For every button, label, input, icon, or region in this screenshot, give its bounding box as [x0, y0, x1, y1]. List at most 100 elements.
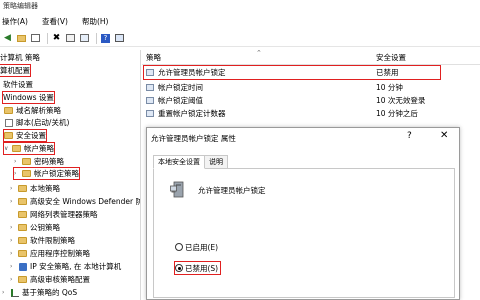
folder-up-icon[interactable] [16, 33, 27, 44]
tree-item-local-policy[interactable]: 计算机 策略 [0, 52, 40, 63]
tree-item-public-key[interactable]: › 公钥策略 [10, 222, 60, 233]
tree-item-computer-config[interactable]: 算机配置 [0, 64, 31, 77]
policy-name: 允许管理员帐户锁定 [158, 68, 226, 77]
folder-icon [18, 224, 27, 231]
tree-item-software-settings[interactable]: 软件设置 [3, 79, 33, 90]
tree-item-label: 公钥策略 [30, 223, 60, 232]
policy-value: 10 次无效登录 [376, 96, 426, 105]
policy-icon [146, 69, 154, 76]
menu-bar: 操作(A) 查看(V) 帮助(H) [0, 14, 480, 28]
close-icon[interactable]: ✕ [440, 130, 448, 141]
tree-item-local-policies[interactable]: › 本地策略 [10, 183, 60, 194]
tab-explain[interactable]: 说明 [204, 155, 228, 169]
chevron-right-icon[interactable]: › [10, 235, 18, 246]
tree-item-label: IP 安全策略, 在 本地计算机 [30, 262, 122, 271]
qos-chart-icon [10, 288, 19, 297]
properties-icon[interactable] [65, 33, 76, 44]
tree-item-label: 本地策略 [30, 184, 60, 193]
tree-item-password-policy[interactable]: › 密码策略 [14, 156, 64, 167]
policy-row[interactable]: 重置帐户锁定计数器 10 分钟之后 [142, 108, 480, 119]
column-header-policy[interactable]: 策略 [146, 52, 161, 64]
tree-item-ip-security[interactable]: › IP 安全策略, 在 本地计算机 [10, 261, 121, 272]
folder-icon [22, 158, 31, 165]
tree-item-scripts[interactable]: 脚本(启动/关机) [4, 117, 69, 128]
policy-title: 允许管理员帐户锁定 [198, 186, 266, 195]
policy-name: 重置帐户锁定计数器 [158, 109, 226, 118]
chevron-right-icon[interactable]: › [14, 156, 22, 167]
tree-item-security-settings[interactable]: 安全设置 [3, 129, 47, 142]
folder-icon [4, 107, 13, 114]
chevron-right-icon[interactable]: › [10, 274, 18, 285]
tree-item-label: 基于策略的 QoS [22, 288, 78, 297]
folder-icon [18, 185, 27, 192]
folder-icon [18, 211, 27, 218]
tree-item-account-lockout-policy[interactable]: › 帐户锁定策略 [13, 167, 80, 180]
tree-item-account-policy[interactable]: ∨ 帐户策略 [3, 142, 55, 155]
tree-item-label: 帐户策略 [24, 144, 54, 153]
tree-item-advanced-audit[interactable]: › 高级审核策略配置 [10, 274, 90, 285]
toolbar-separator [47, 32, 48, 44]
tree-item-label: 帐户锁定策略 [34, 169, 79, 178]
tree-item-label: Windows 设置 [3, 93, 54, 102]
computer-icon [170, 181, 184, 198]
delete-icon[interactable]: ✖ [51, 33, 62, 44]
policy-row[interactable]: 帐户锁定时间 10 分钟 [142, 82, 480, 93]
tree-item-software-restriction[interactable]: › 软件限制策略 [10, 235, 75, 246]
tree-item-label: 安全设置 [16, 131, 46, 140]
chevron-right-icon[interactable]: › [10, 183, 18, 194]
tree-item-firewall[interactable]: › 高级安全 Windows Defender 防 [10, 196, 140, 207]
policy-icon [146, 97, 154, 104]
menu-view[interactable]: 查看(V) [42, 16, 68, 27]
folder-icon [18, 198, 27, 205]
policy-row[interactable]: 帐户锁定阈值 10 次无效登录 [142, 95, 480, 106]
header-divider [142, 64, 480, 65]
properties-dialog: 允许管理员帐户锁定 属性 ? ✕ 本地安全设置 说明 允许管理员帐户锁定 已启用… [146, 127, 460, 300]
radio-enabled[interactable]: 已启用(E) [175, 241, 218, 253]
chevron-right-icon[interactable]: › [10, 196, 18, 207]
folder-icon [18, 276, 27, 283]
export-list-icon[interactable] [79, 33, 90, 44]
menu-action[interactable]: 操作(A) [2, 16, 28, 27]
policy-row[interactable]: 允许管理员帐户锁定 已禁用 [142, 65, 480, 80]
tree-item-label: 计算机 策略 [0, 53, 40, 62]
chevron-right-icon[interactable]: › [10, 261, 18, 272]
tree-item-name-resolution[interactable]: 域名解析策略 [4, 105, 61, 116]
ipsec-icon [18, 262, 27, 271]
script-icon [4, 118, 13, 127]
tree-item-app-control[interactable]: › 应用程序控制策略 [10, 248, 90, 259]
tree-item-label: 软件限制策略 [30, 236, 75, 245]
tab-local-security-setting[interactable]: 本地安全设置 [153, 155, 205, 169]
column-header-setting[interactable]: 安全设置 [376, 52, 406, 64]
radio-disabled[interactable]: 已禁用(S) [173, 261, 222, 275]
folder-icon [12, 145, 21, 152]
help-icon[interactable]: ? [100, 33, 111, 44]
tree-item-label: 应用程序控制策略 [30, 249, 90, 258]
tree-item-network-list[interactable]: 网络列表管理器策略 [18, 209, 98, 220]
policy-name: 帐户锁定时间 [158, 83, 203, 92]
help-icon[interactable]: ? [407, 131, 412, 141]
toolbar: ◀ ✖ ? [0, 30, 480, 47]
chevron-right-icon[interactable]: › [2, 287, 10, 298]
tree-item-windows-settings[interactable]: Windows 设置 [2, 91, 55, 104]
tree-item-label: 算机配置 [0, 66, 30, 75]
chevron-down-icon[interactable]: ∨ [4, 143, 12, 154]
policy-value: 10 分钟 [376, 83, 403, 92]
navigation-tree: 计算机 策略 算机配置 软件设置 Windows 设置 域名解析策略 脚本(启动… [0, 50, 141, 300]
radio-label: 已禁用(S) [185, 263, 219, 273]
tree-view-icon[interactable] [30, 33, 41, 44]
tree-item-label: 脚本(启动/关机) [16, 118, 70, 127]
tree-item-label: 域名解析策略 [16, 106, 61, 115]
tree-item-label: 网络列表管理器策略 [30, 210, 98, 219]
chevron-right-icon[interactable]: › [10, 248, 18, 259]
tab-panel: 允许管理员帐户锁定 已启用(E) 已禁用(S) [153, 168, 455, 298]
menu-help[interactable]: 帮助(H) [82, 16, 109, 27]
back-icon[interactable]: ◀ [2, 33, 13, 44]
radio-circle[interactable] [175, 243, 183, 251]
dialog-tabs: 本地安全设置 说明 [153, 155, 228, 169]
chevron-right-icon[interactable]: › [10, 222, 18, 233]
console-icon[interactable] [114, 33, 125, 44]
radio-circle-selected[interactable] [175, 264, 183, 272]
tree-item-qos[interactable]: › 基于策略的 QoS [2, 287, 77, 298]
chevron-right-icon[interactable]: › [14, 168, 22, 179]
policy-name: 帐户锁定阈值 [158, 96, 203, 105]
